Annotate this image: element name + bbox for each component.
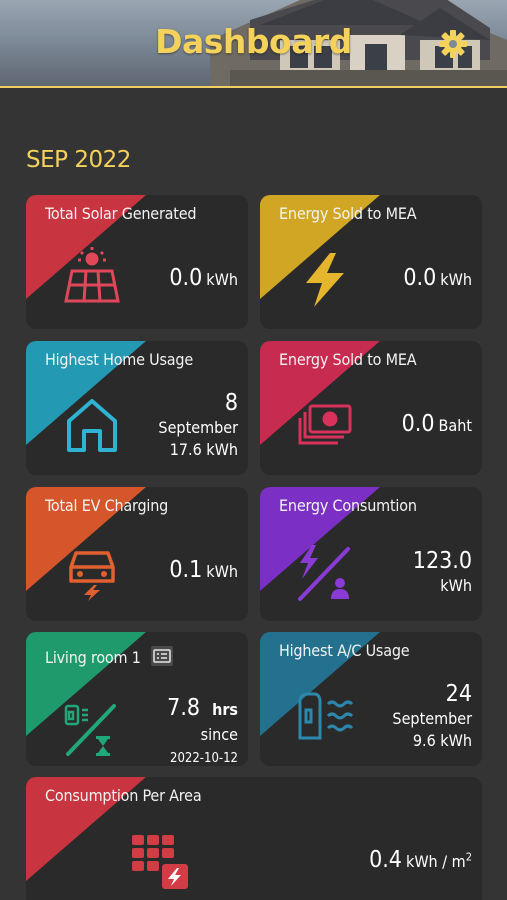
ac-usage-day: 24	[445, 681, 472, 707]
consumption-value: 123.0	[412, 548, 472, 574]
ac-usage-amount: 9.6 kWh	[412, 731, 472, 750]
lightning-icon	[306, 253, 344, 307]
gear-icon[interactable]	[437, 28, 469, 60]
living-value: 7.8	[167, 695, 201, 721]
consumption-icon	[298, 545, 350, 601]
home-usage-month: September	[158, 418, 238, 437]
card-title: Consumption Per Area	[45, 786, 202, 805]
living-since-date: 2022-10-12	[170, 751, 238, 766]
card-title: Energy Sold to MEA	[279, 204, 417, 223]
sold-baht-value: 0.0	[401, 411, 435, 437]
area-unit-sup: 2	[465, 850, 472, 864]
highest-ac-usage-card[interactable]: Highest A/C Usage 24 September 9.6 kWh	[260, 632, 482, 766]
grid-area-icon	[132, 835, 188, 889]
card-title: Highest Home Usage	[45, 350, 194, 369]
month-label: SEP 2022	[26, 147, 131, 173]
highest-home-usage-card[interactable]: Highest Home Usage 8 September 17.6 kWh	[26, 341, 248, 475]
money-icon	[298, 404, 352, 445]
ev-car-icon	[69, 551, 115, 601]
living-unit: hrs	[212, 700, 238, 719]
ev-unit: kWh	[206, 562, 238, 581]
living-room-card[interactable]: Living room 1 7.8 hrs since 2022-10-12	[26, 632, 248, 766]
energy-consumption-card[interactable]: Energy Consumtion 123.0 kWh	[260, 487, 482, 621]
solar-value: 0.0	[169, 265, 203, 291]
ev-value: 0.1	[169, 557, 203, 583]
header-divider	[0, 86, 507, 88]
ac-icon	[298, 692, 354, 740]
sensor-card-icon[interactable]	[151, 646, 174, 666]
living-room-title: Living room 1	[45, 648, 141, 667]
solar-panel-icon	[64, 247, 120, 303]
card-title: Energy Sold to MEA	[279, 350, 417, 369]
energy-sold-kwh-card[interactable]: Energy Sold to MEA 0.0 kWh	[260, 195, 482, 329]
living-value-row: 7.8 hrs	[167, 694, 238, 724]
sold-baht-unit: Baht	[438, 416, 472, 435]
energy-sold-baht-card[interactable]: Energy Sold to MEA 0.0 Baht	[260, 341, 482, 475]
area-unit-text: kWh / m	[405, 852, 466, 871]
header: Dashboard	[0, 0, 507, 88]
house-icon	[67, 399, 117, 452]
home-usage-day: 8	[224, 390, 238, 416]
card-title: Total Solar Generated	[45, 204, 197, 223]
consumption-unit: kWh	[440, 576, 472, 595]
area-unit: kWh / m2	[405, 850, 472, 871]
card-title: Total EV Charging	[45, 496, 169, 515]
solar-generated-card[interactable]: Total Solar Generated 0.0 kWh	[26, 195, 248, 329]
sensor-hourglass-icon	[64, 704, 116, 756]
area-value: 0.4	[369, 847, 402, 873]
card-title: Energy Consumtion	[279, 496, 417, 515]
page-title: Dashboard	[155, 22, 352, 61]
ev-charging-card[interactable]: Total EV Charging 0.1 kWh	[26, 487, 248, 621]
home-usage-amount: 17.6 kWh	[169, 440, 238, 459]
card-title: Highest A/C Usage	[279, 641, 410, 660]
ac-usage-month: September	[392, 709, 472, 728]
consumption-per-area-card[interactable]: Consumption Per Area 0.4 kWh / m2	[26, 777, 482, 900]
card-title: Living room 1	[45, 646, 174, 667]
sold-kwh-unit: kWh	[440, 270, 472, 289]
living-since-label: since	[200, 725, 238, 744]
sold-kwh-value: 0.0	[403, 265, 437, 291]
solar-unit: kWh	[206, 270, 238, 289]
